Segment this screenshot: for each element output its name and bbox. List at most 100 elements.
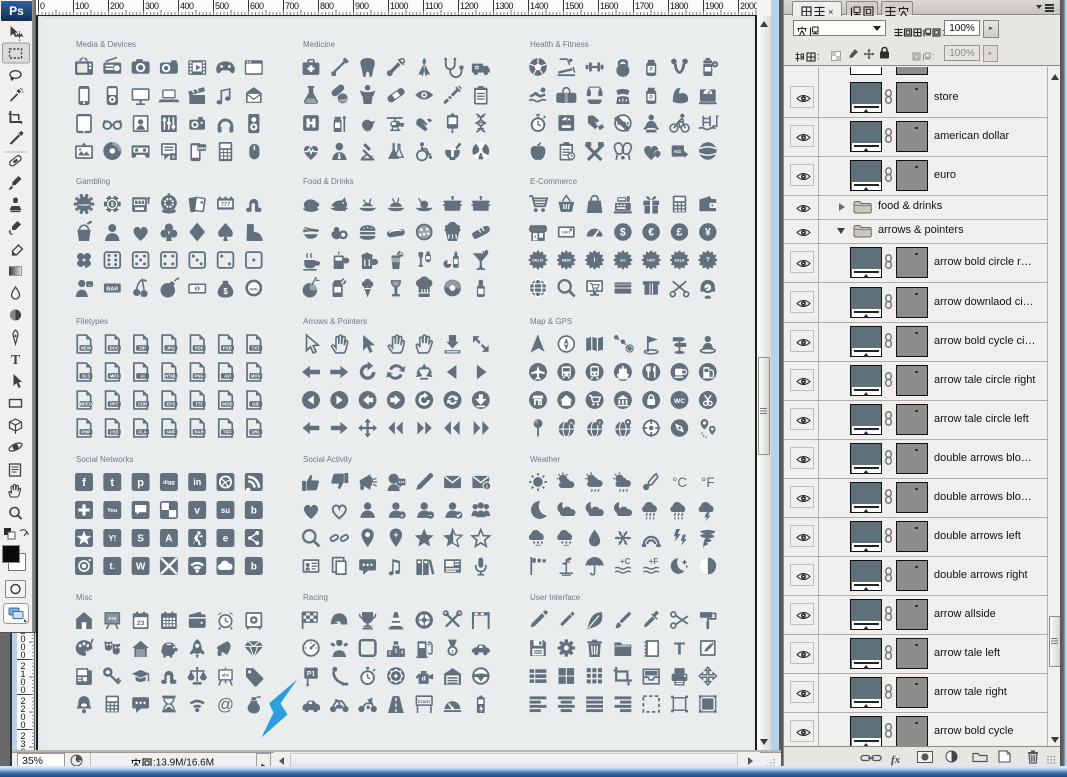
svg-text:Gambling: Gambling	[76, 177, 110, 186]
svg-text:p: p	[137, 477, 144, 489]
svg-text:e: e	[223, 534, 229, 545]
svg-text:+: +	[714, 62, 717, 68]
svg-text:i: i	[594, 256, 596, 263]
svg-text:***: ***	[564, 544, 569, 549]
svg-text:AVI: AVI	[224, 374, 231, 379]
svg-text:START: START	[418, 699, 432, 704]
svg-text:in: in	[193, 477, 201, 487]
svg-text:abc: abc	[222, 673, 230, 678]
svg-text:XLS: XLS	[82, 374, 90, 379]
svg-text:SMS: SMS	[197, 145, 206, 150]
svg-text:JPG: JPG	[167, 346, 176, 351]
svg-text:Social Networks: Social Networks	[76, 455, 133, 464]
svg-text:EPS: EPS	[167, 402, 176, 407]
svg-text:NEW: NEW	[562, 258, 571, 262]
svg-text:T: T	[11, 353, 21, 368]
svg-text:°C: °C	[672, 475, 687, 490]
svg-text:DELIV: DELIV	[532, 258, 544, 262]
svg-text:BAR: BAR	[106, 286, 118, 292]
svg-text:Map & GPS: Map & GPS	[530, 317, 572, 326]
svg-text:GIF: GIF	[252, 402, 259, 407]
svg-text:23: 23	[137, 620, 145, 627]
svg-text:PDF: PDF	[195, 346, 204, 351]
svg-text:Health & Fitness: Health & Fitness	[530, 40, 589, 49]
svg-text:Misc: Misc	[76, 593, 92, 602]
svg-text:NEW: NEW	[81, 346, 91, 351]
svg-text:£: £	[677, 227, 683, 239]
svg-text:CDR: CDR	[138, 402, 147, 407]
svg-text:W: W	[136, 562, 146, 573]
svg-text:TTF: TTF	[195, 402, 203, 407]
svg-text:777: 777	[221, 202, 230, 208]
svg-text:TXT: TXT	[252, 346, 260, 351]
svg-text:Arrows & Pointers: Arrows & Pointers	[303, 317, 367, 326]
svg-text:HOT: HOT	[647, 258, 656, 262]
svg-text:AI: AI	[140, 374, 144, 379]
svg-text:+F: +F	[649, 557, 659, 566]
svg-text:$: $	[539, 401, 541, 405]
svg-text:d: d	[422, 675, 426, 682]
svg-text:Media & Devices: Media & Devices	[76, 40, 136, 49]
svg-text:HTML: HTML	[165, 374, 177, 379]
svg-text:P1: P1	[307, 670, 315, 677]
svg-text:SWF: SWF	[166, 430, 176, 435]
svg-text:KG: KG	[674, 149, 681, 154]
svg-text:User Interface: User Interface	[530, 593, 581, 602]
svg-text:ZIP: ZIP	[139, 346, 146, 351]
svg-text:b: b	[251, 506, 257, 517]
svg-text:URL: URL	[251, 430, 260, 435]
svg-text:PPT: PPT	[110, 402, 119, 407]
svg-text:***: ***	[535, 544, 540, 549]
svg-text:DOC: DOC	[109, 346, 118, 351]
svg-text:Y!: Y!	[108, 534, 116, 543]
svg-text:−: −	[429, 512, 433, 519]
svg-text:1: 1	[394, 648, 397, 654]
svg-text:$: $	[196, 287, 199, 293]
svg-text:+C: +C	[620, 557, 631, 566]
svg-text:v: v	[194, 506, 200, 517]
svg-text:Medicine: Medicine	[303, 40, 336, 49]
svg-text:SALE: SALE	[674, 258, 685, 262]
svg-text:Social Activity: Social Activity	[303, 455, 352, 464]
svg-text:TIFF: TIFF	[223, 430, 232, 435]
svg-text:2+2: 2+2	[109, 616, 117, 621]
svg-text:Racing: Racing	[303, 593, 328, 602]
svg-text:A: A	[165, 534, 173, 545]
svg-text:MP3: MP3	[110, 374, 119, 379]
svg-text:a: a	[172, 155, 175, 161]
svg-text:digg: digg	[163, 480, 175, 486]
svg-text:MOV: MOV	[251, 374, 261, 379]
svg-text:b: b	[251, 562, 257, 573]
svg-text:CSS: CSS	[110, 430, 119, 435]
svg-text:o/o: o/o	[620, 258, 626, 262]
svg-text:WC: WC	[674, 398, 685, 405]
svg-text:CASINO: CASINO	[78, 203, 90, 207]
svg-text:You: You	[107, 508, 118, 514]
svg-text:INDD: INDD	[222, 402, 232, 407]
svg-text:f: f	[82, 477, 86, 489]
svg-text:...: ...	[88, 282, 92, 287]
svg-text:$: $	[223, 287, 228, 296]
svg-text:t: t	[110, 477, 114, 489]
svg-text:?: ?	[598, 421, 601, 426]
svg-text:E-Commerce: E-Commerce	[530, 177, 578, 186]
svg-text:RAR: RAR	[194, 430, 203, 435]
svg-text:PNG: PNG	[194, 374, 204, 379]
svg-text:¥: ¥	[705, 227, 711, 239]
svg-text:Filetypes: Filetypes	[76, 317, 108, 326]
svg-text:+: +	[400, 513, 404, 520]
svg-text:+: +	[394, 530, 399, 539]
svg-text:WIN: WIN	[250, 286, 258, 291]
svg-text:$: $	[620, 227, 626, 239]
svg-text:@: @	[217, 695, 234, 714]
svg-text:°F: °F	[701, 475, 715, 490]
svg-text:MPEG: MPEG	[80, 402, 93, 407]
svg-text:Food & Drinks: Food & Drinks	[303, 177, 354, 186]
svg-text:?: ?	[706, 256, 710, 263]
svg-text:PHP: PHP	[82, 430, 91, 435]
svg-text:PSD: PSD	[223, 346, 232, 351]
svg-text:t.: t.	[110, 561, 115, 571]
svg-text:€: €	[648, 227, 654, 239]
svg-text:FLA: FLA	[138, 430, 146, 435]
svg-text:Weather: Weather	[530, 455, 560, 464]
